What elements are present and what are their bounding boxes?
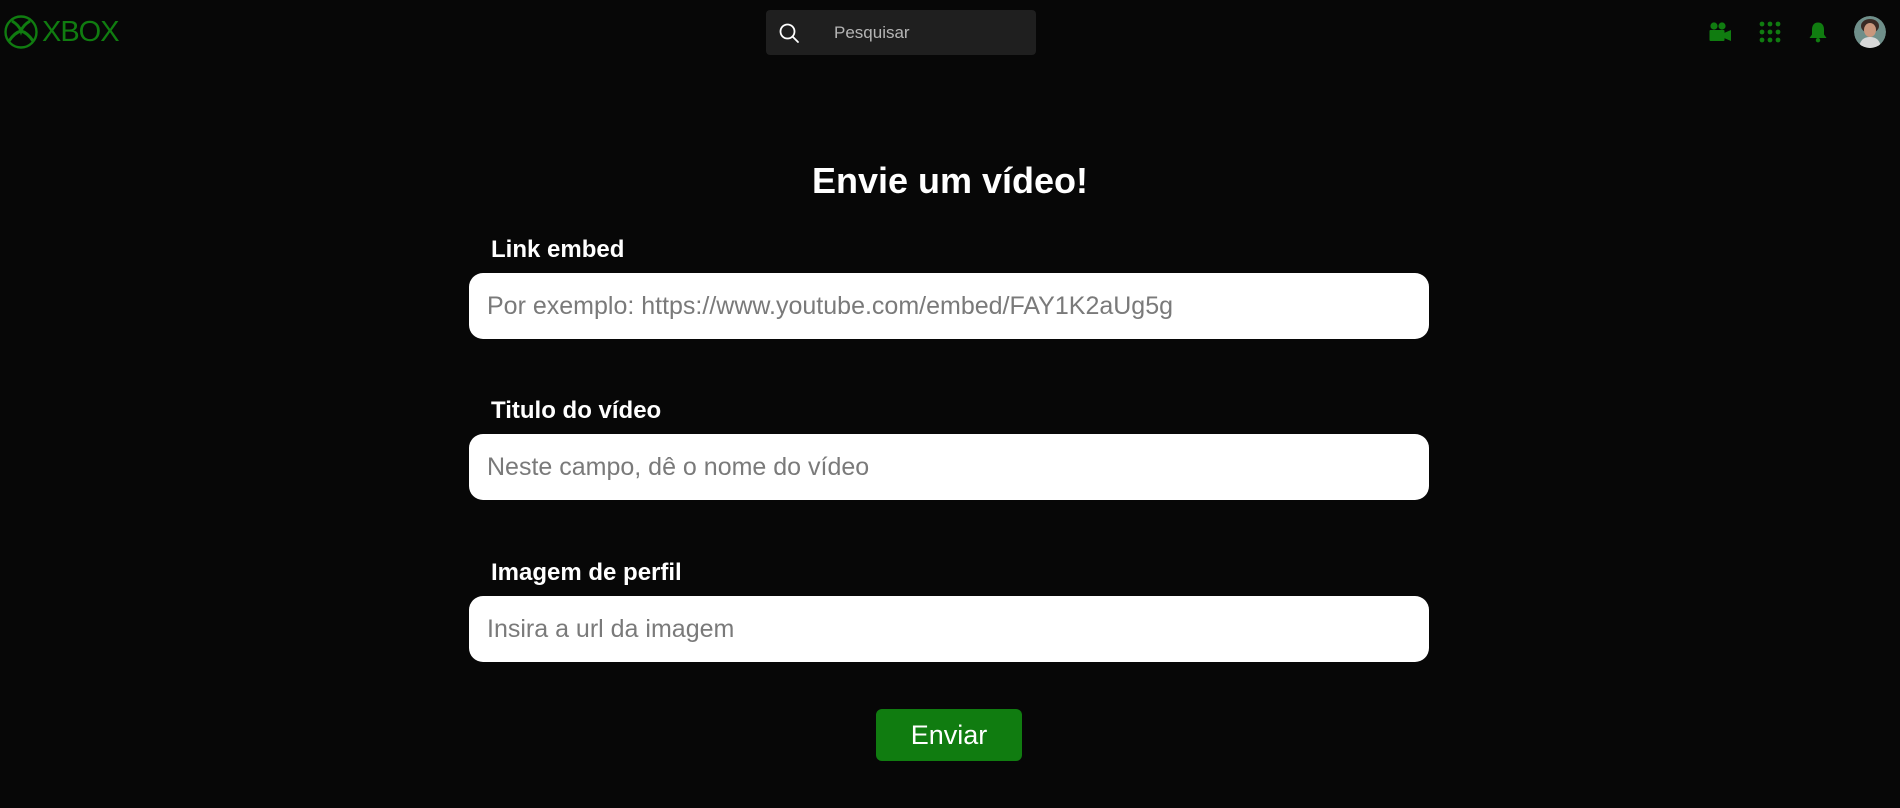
bell-icon[interactable] [1804,18,1832,46]
profile-image-url-input[interactable] [469,596,1429,662]
xbox-logo[interactable]: XBOX [4,14,120,50]
apps-grid-icon[interactable] [1756,18,1784,46]
xbox-sphere-icon [4,15,38,49]
search-bar[interactable] [766,10,1036,55]
page-title: Envie um vídeo! [811,160,1089,201]
video-title-label: Titulo do vídeo [491,397,662,424]
submit-button[interactable]: Enviar [876,709,1022,761]
link-embed-label: Link embed [491,236,625,263]
link-embed-input[interactable] [469,273,1429,339]
search-icon[interactable] [776,20,802,46]
video-camera-icon[interactable] [1706,18,1734,46]
video-title-input[interactable] [469,434,1429,500]
logo-text: XBOX [42,15,120,48]
top-actions [1706,15,1886,49]
top-bar: XBOX [0,0,1900,64]
profile-image-label: Imagem de perfil [491,559,682,586]
search-input[interactable] [832,21,1022,44]
user-avatar[interactable] [1854,16,1886,48]
